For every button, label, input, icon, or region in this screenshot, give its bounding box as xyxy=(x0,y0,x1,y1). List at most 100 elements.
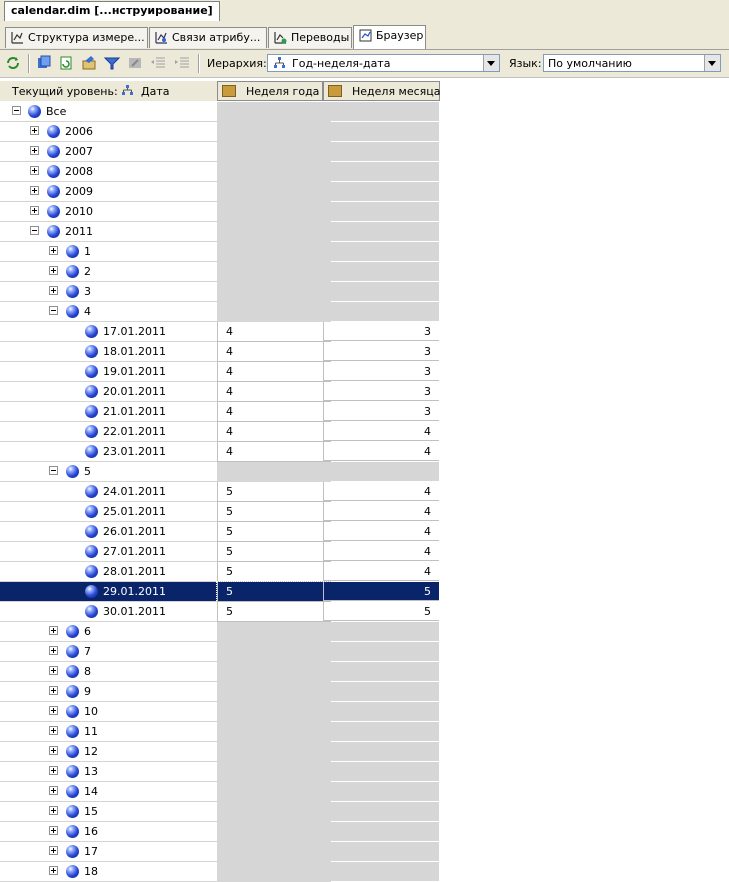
week-of-year-cell[interactable] xyxy=(217,262,331,282)
week-of-year-cell[interactable] xyxy=(217,782,331,802)
expand-icon[interactable] xyxy=(49,666,58,675)
tree-node-row[interactable]: 15 xyxy=(0,802,440,822)
document-tab[interactable]: calendar.dim [...нструирование] xyxy=(4,1,220,21)
expand-icon[interactable] xyxy=(49,246,58,255)
week-of-month-cell[interactable] xyxy=(323,742,439,761)
tree-node-row[interactable]: 9 xyxy=(0,682,440,702)
tree-cell[interactable]: 18 xyxy=(0,862,217,882)
tree-cell[interactable]: 15 xyxy=(0,802,217,822)
tree-node-row[interactable]: 2 xyxy=(0,262,440,282)
hierarchy-select[interactable]: Год-неделя-дата xyxy=(267,54,500,72)
tree-cell[interactable]: 27.01.2011 xyxy=(0,542,217,562)
expand-icon[interactable] xyxy=(30,166,39,175)
tree-cell[interactable]: 21.01.2011 xyxy=(0,402,217,422)
expand-icon[interactable] xyxy=(49,686,58,695)
member-properties-icon[interactable] xyxy=(81,55,97,71)
tree-cell[interactable]: 16 xyxy=(0,822,217,842)
date-member-row[interactable]: 22.01.2011 4 4 xyxy=(0,422,440,442)
week-of-year-cell[interactable] xyxy=(217,142,331,162)
week-of-month-cell[interactable] xyxy=(323,762,439,781)
week-of-year-cell[interactable]: 4 xyxy=(217,402,331,422)
week-of-month-cell[interactable] xyxy=(323,842,439,861)
week-of-year-cell[interactable] xyxy=(217,642,331,662)
tree-cell[interactable]: 2009 xyxy=(0,182,217,202)
week-of-month-cell[interactable]: 3 xyxy=(323,322,439,341)
expand-icon[interactable] xyxy=(49,646,58,655)
tree-node-row[interactable]: 2006 xyxy=(0,122,440,142)
tree-node-row[interactable]: 2010 xyxy=(0,202,440,222)
expand-icon[interactable] xyxy=(30,146,39,155)
week-of-year-cell[interactable] xyxy=(217,762,331,782)
refresh-icon[interactable] xyxy=(58,55,74,71)
week-of-month-cell[interactable] xyxy=(323,102,439,121)
expand-icon[interactable] xyxy=(49,826,58,835)
language-select[interactable]: По умолчанию xyxy=(543,54,721,72)
tree-cell[interactable]: 22.01.2011 xyxy=(0,422,217,442)
tree-cell[interactable]: 2011 xyxy=(0,222,217,242)
week-of-year-cell[interactable]: 5 xyxy=(217,502,331,522)
outdent-disabled-icon[interactable] xyxy=(150,55,166,71)
column-header-week-of-year[interactable]: Неделя года xyxy=(217,81,323,101)
week-of-year-cell[interactable] xyxy=(217,822,331,842)
week-of-month-cell[interactable] xyxy=(323,782,439,801)
tree-node-row[interactable]: 2011 xyxy=(0,222,440,242)
week-of-month-cell[interactable] xyxy=(323,222,439,241)
date-member-row[interactable]: 23.01.2011 4 4 xyxy=(0,442,440,462)
tab-attribute-relationships[interactable]: Связи атрибу... xyxy=(149,27,267,48)
expand-icon[interactable] xyxy=(49,266,58,275)
week-of-month-cell[interactable] xyxy=(323,262,439,281)
week-of-year-cell[interactable] xyxy=(217,742,331,762)
tree-node-row[interactable]: 17 xyxy=(0,842,440,862)
week-of-month-cell[interactable]: 3 xyxy=(323,342,439,361)
tree-cell[interactable]: 19.01.2011 xyxy=(0,362,217,382)
collapse-icon[interactable] xyxy=(12,106,21,115)
expand-icon[interactable] xyxy=(49,746,58,755)
week-of-year-cell[interactable] xyxy=(217,722,331,742)
chevron-down-icon[interactable] xyxy=(704,55,720,71)
week-of-year-cell[interactable]: 5 xyxy=(217,562,331,582)
week-of-year-cell[interactable] xyxy=(217,662,331,682)
tree-cell[interactable]: 2 xyxy=(0,262,217,282)
week-of-year-cell[interactable]: 4 xyxy=(217,322,331,342)
tree-cell[interactable]: 12 xyxy=(0,742,217,762)
tab-translations[interactable]: Переводы xyxy=(268,27,352,48)
tree-cell[interactable]: 30.01.2011 xyxy=(0,602,217,622)
week-of-year-cell[interactable]: 4 xyxy=(217,362,331,382)
week-of-month-cell[interactable]: 4 xyxy=(323,522,439,541)
tree-cell[interactable]: 1 xyxy=(0,242,217,262)
week-of-year-cell[interactable] xyxy=(217,182,331,202)
week-of-month-cell[interactable]: 4 xyxy=(323,502,439,521)
tree-cell[interactable]: Все xyxy=(0,102,217,122)
tree-cell[interactable]: 18.01.2011 xyxy=(0,342,217,362)
collapse-icon[interactable] xyxy=(49,466,58,475)
week-of-year-cell[interactable] xyxy=(217,302,331,322)
week-of-year-cell[interactable]: 4 xyxy=(217,342,331,362)
week-of-month-cell[interactable]: 3 xyxy=(323,402,439,421)
expand-icon[interactable] xyxy=(49,846,58,855)
expand-icon[interactable] xyxy=(49,726,58,735)
week-of-year-cell[interactable]: 5 xyxy=(217,522,331,542)
tree-cell[interactable]: 17 xyxy=(0,842,217,862)
date-member-row[interactable]: 19.01.2011 4 3 xyxy=(0,362,440,382)
week-of-year-cell[interactable] xyxy=(217,282,331,302)
date-member-row[interactable]: 30.01.2011 5 5 xyxy=(0,602,440,622)
expand-icon[interactable] xyxy=(30,186,39,195)
week-of-year-cell[interactable]: 4 xyxy=(217,422,331,442)
expand-icon[interactable] xyxy=(49,806,58,815)
week-of-month-cell[interactable]: 4 xyxy=(323,542,439,561)
filter-icon[interactable] xyxy=(103,55,121,71)
tree-cell[interactable]: 4 xyxy=(0,302,217,322)
tree-cell[interactable]: 8 xyxy=(0,662,217,682)
tree-cell[interactable]: 28.01.2011 xyxy=(0,562,217,582)
tree-node-row[interactable]: 16 xyxy=(0,822,440,842)
tree-node-row[interactable]: 2009 xyxy=(0,182,440,202)
tree-node-row[interactable]: 3 xyxy=(0,282,440,302)
week-of-year-cell[interactable] xyxy=(217,122,331,142)
week-of-month-cell[interactable] xyxy=(323,182,439,201)
week-of-year-cell[interactable]: 5 xyxy=(217,602,331,622)
collapse-icon[interactable] xyxy=(49,306,58,315)
tree-node-row[interactable]: 12 xyxy=(0,742,440,762)
date-member-row[interactable]: 26.01.2011 5 4 xyxy=(0,522,440,542)
date-member-row[interactable]: 20.01.2011 4 3 xyxy=(0,382,440,402)
week-of-month-cell[interactable] xyxy=(323,122,439,141)
